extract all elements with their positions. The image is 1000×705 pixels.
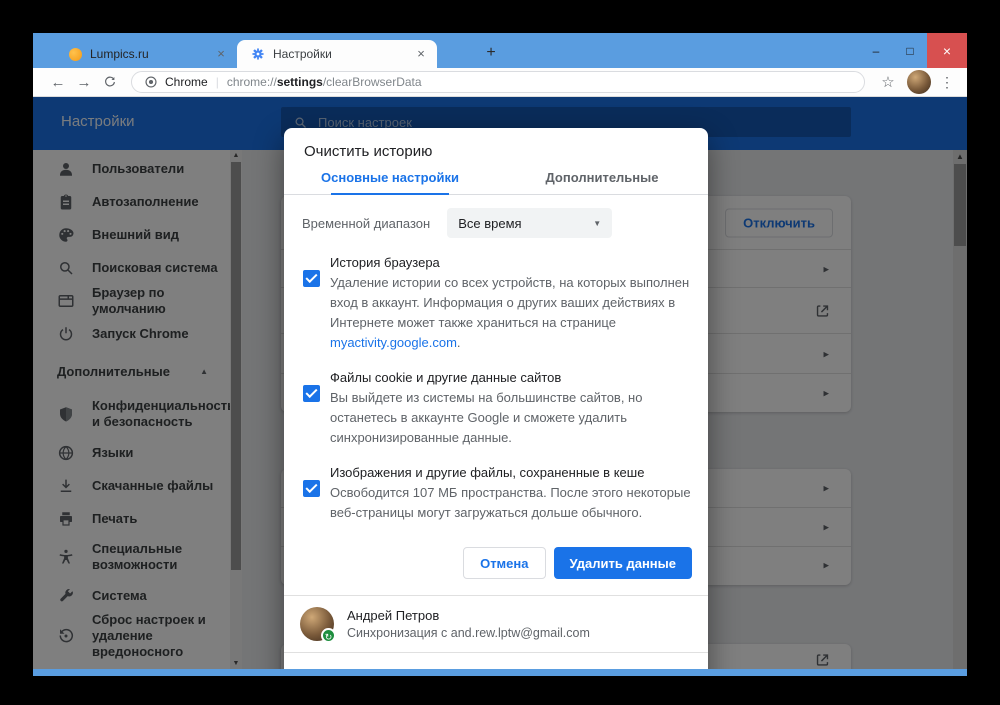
forward-icon[interactable]: → [71, 74, 97, 91]
dialog-footer: Чтобы удалить данные о работе в браузере… [284, 652, 708, 669]
reload-icon[interactable] [97, 75, 123, 89]
page-info-icon[interactable] [144, 75, 158, 89]
settings-page: Настройки Поиск настроек Пользователи Ав… [33, 97, 967, 669]
browser-window: Lumpics.ru × Настройки × + – [33, 33, 967, 676]
browser-toolbar: ← → Chrome | chrome://settings/clearBrow… [33, 68, 967, 97]
time-range-label: Временной диапазон [302, 216, 430, 231]
cancel-button[interactable]: Отмена [463, 547, 545, 579]
tab-lumpics[interactable]: Lumpics.ru × [55, 40, 237, 68]
minimize-button[interactable]: – [859, 33, 893, 68]
gear-icon [251, 47, 265, 61]
back-icon[interactable]: ← [45, 74, 71, 91]
dropdown-arrow-icon: ▼ [593, 219, 601, 228]
sync-badge-icon: ↻ [321, 628, 336, 643]
tab-advanced[interactable]: Дополнительные [496, 170, 708, 194]
option-browsing-history: История браузера Удаление истории со все… [300, 253, 692, 353]
option-cookies: Файлы cookie и другие данные сайтов Вы в… [300, 368, 692, 448]
cookies-checkbox[interactable] [303, 385, 320, 402]
tab-close-icon[interactable]: × [213, 46, 229, 62]
account-row: ↻ Андрей Петров Синхронизация с and.rew.… [284, 595, 708, 652]
time-range-select[interactable]: Все время ▼ [447, 208, 612, 238]
dialog-tabs: Основные настройки Дополнительные [284, 170, 708, 195]
search-engine-label: Chrome [165, 75, 208, 89]
tab-settings[interactable]: Настройки × [237, 40, 437, 68]
delete-data-button[interactable]: Удалить данные [554, 547, 693, 579]
browser-menu-icon[interactable]: ⋮ [937, 74, 957, 91]
titlebar: Lumpics.ru × Настройки × + – [33, 33, 967, 68]
account-name: Андрей Петров [347, 608, 590, 623]
clear-browsing-data-dialog: Очистить историю Основные настройки Допо… [284, 128, 708, 669]
cache-checkbox[interactable] [303, 480, 320, 497]
account-sync-status: Синхронизация с and.rew.lptw@gmail.com [347, 626, 590, 640]
account-avatar: ↻ [300, 607, 334, 641]
option-cached-files: Изображения и другие файлы, сохраненные … [300, 463, 692, 523]
dialog-title: Очистить историю [284, 128, 708, 170]
lumpics-favicon-icon [69, 48, 82, 61]
myactivity-link[interactable]: myactivity.google.com [330, 335, 457, 350]
omnibox-separator: | [216, 75, 219, 89]
tab-title: Настройки [273, 47, 413, 61]
maximize-button[interactable]: □ [893, 33, 927, 68]
tab-close-icon[interactable]: × [413, 46, 429, 62]
new-tab-button[interactable]: + [479, 44, 503, 64]
tab-basic[interactable]: Основные настройки [284, 170, 496, 194]
browsing-history-checkbox[interactable] [303, 270, 320, 287]
close-button[interactable]: × [927, 33, 967, 68]
profile-avatar[interactable] [907, 70, 931, 94]
url-text: chrome://settings/clearBrowserData [227, 75, 422, 89]
bookmark-star-icon[interactable]: ☆ [875, 73, 901, 91]
tab-title: Lumpics.ru [90, 47, 213, 61]
address-bar[interactable]: Chrome | chrome://settings/clearBrowserD… [131, 71, 865, 93]
